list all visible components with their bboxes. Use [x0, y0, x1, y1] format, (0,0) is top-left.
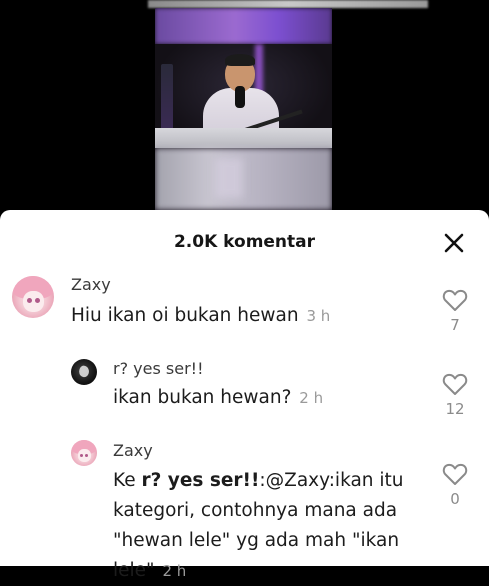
video-pixelated-area [215, 158, 243, 198]
comment-body: ikan bukan hewan? [113, 387, 292, 408]
comment-username[interactable]: Zaxy [71, 275, 111, 294]
video-person-hair [225, 54, 255, 66]
comment-body: Hiu ikan oi bukan hewan [71, 305, 299, 326]
like-count: 12 [445, 400, 465, 418]
comment-timestamp: 2 h [299, 389, 324, 407]
like-count: 0 [450, 490, 460, 508]
video-pc-case [161, 64, 173, 134]
avatar[interactable] [71, 359, 97, 385]
like-button[interactable]: 7 [441, 288, 469, 334]
comment-body-line1: :@Zaxy:ikan itu [259, 470, 404, 491]
comment-timestamp: 3 h [306, 307, 331, 325]
heart-outline-icon [442, 289, 468, 311]
comment-username[interactable]: r? yes ser!! [113, 359, 203, 378]
heart-outline-icon [442, 463, 468, 485]
comment-item: Zaxy Ke r? yes ser!!:@Zaxy:ikan itu kate… [0, 434, 489, 581]
blurred-top-bar [148, 0, 428, 8]
avatar[interactable] [71, 440, 97, 466]
like-count: 7 [450, 316, 460, 334]
comment-text: Ke r? yes ser!!:@Zaxy:ikan itu kategori,… [113, 466, 423, 586]
comment-text: Hiu ikan oi bukan hewan 3 h [71, 301, 330, 331]
video-room-background [155, 44, 332, 148]
comment-text: ikan bukan hewan? 2 h [113, 383, 323, 413]
video-frame [155, 8, 332, 210]
comments-sheet: 2.0K komentar Zaxy Hiu ikan oi bukan hew… [0, 210, 489, 581]
comments-count-title: 2.0K komentar [173, 232, 316, 252]
reply-mention[interactable]: r? yes ser!! [141, 470, 259, 491]
video-desk [155, 128, 332, 148]
video-microphone [235, 86, 245, 108]
comment-username[interactable]: Zaxy [113, 441, 153, 460]
comment-item: Zaxy Hiu ikan oi bukan hewan 3 h 7 [0, 268, 489, 338]
video-purple-glow [155, 8, 332, 44]
like-button[interactable]: 0 [441, 462, 469, 508]
heart-outline-icon [442, 373, 468, 395]
comment-item: r? yes ser!! ikan bukan hewan? 2 h 12 [0, 350, 489, 420]
avatar[interactable] [12, 276, 54, 318]
reply-prefix: Ke [113, 470, 136, 491]
comment-body-line4: lele" [113, 560, 155, 581]
close-icon[interactable] [443, 232, 465, 254]
video-player[interactable] [0, 0, 489, 210]
comment-body-line3: "hewan lele" yg ada mah "ikan [113, 530, 400, 551]
comment-body-line2: kategori, contohnya mana ada [113, 500, 398, 521]
video-blurred-bottom [155, 148, 332, 210]
like-button[interactable]: 12 [441, 372, 469, 418]
comment-timestamp: 2 h [162, 562, 187, 580]
